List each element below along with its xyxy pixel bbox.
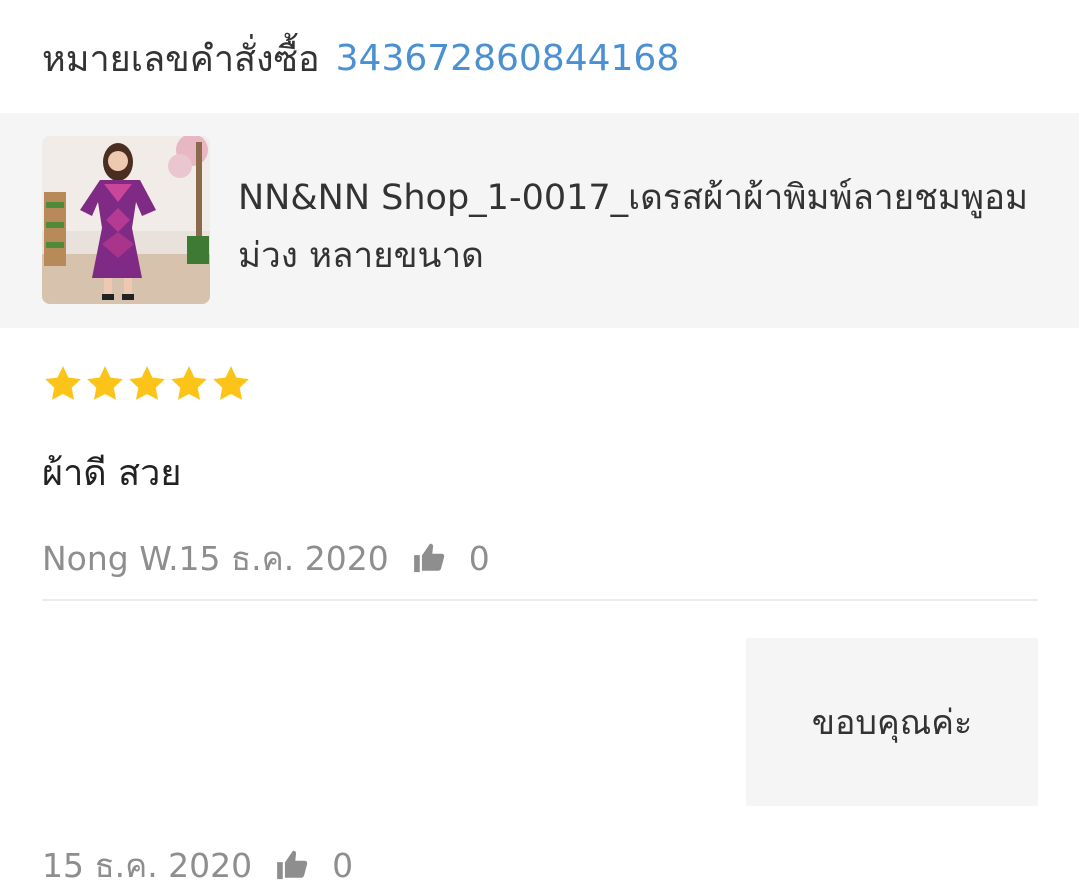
thumbs-up-icon <box>413 543 444 573</box>
review-like-button[interactable]: 0 <box>411 539 490 578</box>
star-rating <box>42 363 252 405</box>
thumbs-up-icon <box>277 850 308 880</box>
seller-reply: ขอบคุณค่ะ <box>746 638 1038 806</box>
star-icon <box>213 366 249 400</box>
product-name[interactable]: NN&NN Shop_1-0017_เดรสผ้าผ้าพิมพ์ลายชมพู… <box>238 169 1038 285</box>
dress-photo-icon <box>42 136 210 304</box>
reply-meta: 15 ธ.ค. 2020 0 <box>42 843 353 887</box>
seller-reply-text: ขอบคุณค่ะ <box>811 703 973 743</box>
review-author-date: Nong W.15 ธ.ค. 2020 <box>42 538 389 578</box>
review-meta: Nong W.15 ธ.ค. 2020 0 <box>42 536 490 580</box>
order-number-label: หมายเลขคำสั่งซื้อ <box>42 38 320 80</box>
review-text: ผ้าดี สวย <box>42 453 182 494</box>
product-card[interactable]: NN&NN Shop_1-0017_เดรสผ้าผ้าพิมพ์ลายชมพู… <box>0 113 1079 328</box>
product-image[interactable] <box>42 136 210 304</box>
star-icon <box>171 366 207 400</box>
order-number-row: หมายเลขคำสั่งซื้อ 343672860844168 <box>42 30 679 86</box>
star-icon <box>87 366 123 400</box>
order-number-link[interactable]: 343672860844168 <box>336 38 680 79</box>
review-like-count: 0 <box>468 538 490 578</box>
reply-date: 15 ธ.ค. 2020 <box>42 845 253 885</box>
star-icon <box>129 366 165 400</box>
star-icon <box>45 366 81 400</box>
divider <box>42 599 1038 601</box>
reply-like-button[interactable]: 0 <box>274 846 353 885</box>
reply-like-count: 0 <box>332 845 354 885</box>
